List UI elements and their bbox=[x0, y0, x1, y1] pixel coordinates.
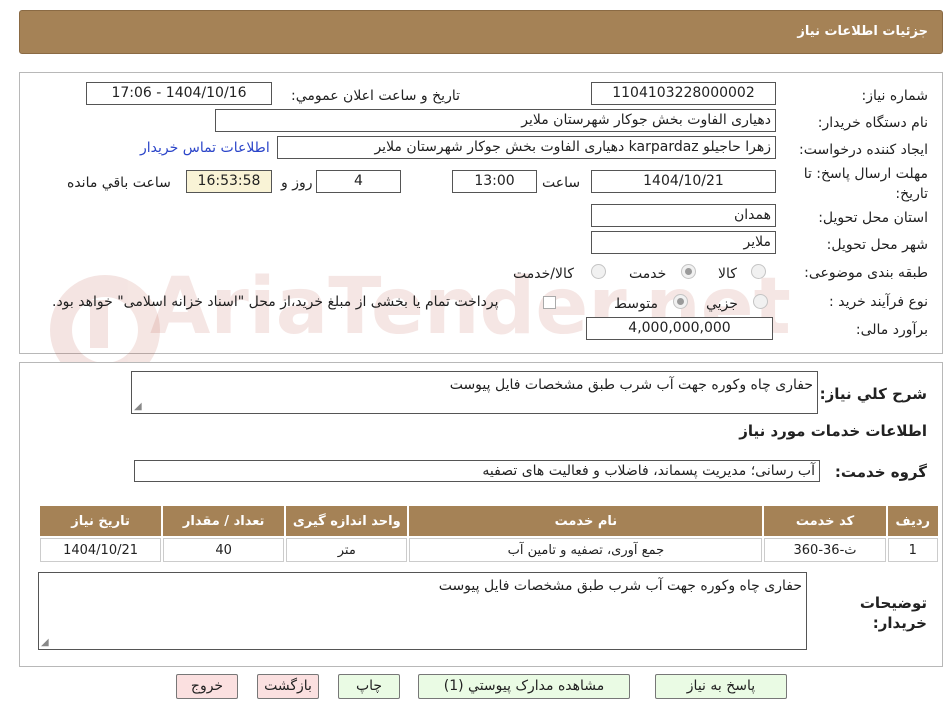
table-header-row: ردیف کد خدمت نام خدمت واحد اندازه گیری ت… bbox=[40, 506, 938, 536]
deadline-label: مهلت ارسال پاسخ: تا تاریخ: bbox=[803, 166, 928, 202]
page-title: جزئیات اطلاعات نیاز bbox=[797, 24, 928, 39]
summary-label: شرح کلي نیاز: bbox=[819, 385, 927, 403]
buyer-notes-text: حفاری چاه وکوره جهت آب شرب طبق مشخصات فا… bbox=[438, 578, 802, 594]
category-label: طبقه بندی موضوعی: bbox=[804, 265, 928, 281]
contact-buyer-link[interactable]: اطلاعات تماس خریدار bbox=[140, 140, 270, 156]
buyer-org-field: دهیاری الفاوت بخش جوکار شهرستان ملایر bbox=[215, 109, 776, 132]
cell-quantity: 40 bbox=[163, 538, 285, 562]
category-goods-service-label: کالا/خدمت bbox=[513, 266, 574, 282]
service-group-label: گروه خدمت: bbox=[834, 463, 927, 481]
need-number-label: شماره نیاز: bbox=[861, 88, 929, 104]
category-goods-label: کالا bbox=[718, 266, 737, 282]
treasury-payment-note: پرداخت تمام یا بخشی از مبلغ خرید،از محل … bbox=[52, 294, 499, 310]
services-table: ردیف کد خدمت نام خدمت واحد اندازه گیری ت… bbox=[38, 504, 940, 564]
category-service-radio[interactable] bbox=[681, 264, 696, 279]
category-service-label: خدمت bbox=[629, 266, 667, 282]
col-quantity: تعداد / مقدار bbox=[163, 506, 285, 536]
process-minor-radio[interactable] bbox=[753, 294, 768, 309]
announce-field: 1404/10/16 - 17:06 bbox=[86, 82, 272, 105]
view-attachments-button[interactable]: مشاهده مدارک پیوستي (1) bbox=[418, 674, 630, 699]
summary-textarea[interactable]: حفاری چاه وکوره جهت آب شرب طبق مشخصات فا… bbox=[131, 371, 818, 414]
days-field: 4 bbox=[316, 170, 401, 193]
cell-unit: متر bbox=[286, 538, 408, 562]
col-row-number: ردیف bbox=[887, 506, 938, 536]
resize-grip-icon[interactable]: ◢ bbox=[134, 402, 142, 412]
print-button[interactable]: چاپ bbox=[338, 674, 400, 699]
city-field: ملایر bbox=[591, 231, 776, 254]
services-title: اطلاعات خدمات مورد نیاز bbox=[739, 422, 927, 440]
province-label: استان محل تحویل: bbox=[818, 210, 928, 226]
cell-need-date: 1404/10/21 bbox=[40, 538, 162, 562]
buyer-org-label: نام دستگاه خریدار: bbox=[817, 115, 928, 131]
deadline-time-label: ساعت bbox=[542, 175, 581, 191]
table-row: 1 ث-36-360 جمع آوری، تصفیه و تامین آب مت… bbox=[40, 538, 938, 562]
deadline-time-field: 13:00 bbox=[452, 170, 537, 193]
page-header: جزئیات اطلاعات نیاز bbox=[19, 10, 943, 54]
process-medium-label: متوسط bbox=[614, 296, 658, 312]
province-field: همدان bbox=[591, 204, 776, 227]
exit-button[interactable]: خروج bbox=[176, 674, 238, 699]
back-button[interactable]: بازگشت bbox=[257, 674, 319, 699]
col-service-name: نام خدمت bbox=[409, 506, 763, 536]
cell-service-code: ث-36-360 bbox=[764, 538, 886, 562]
col-service-code: کد خدمت bbox=[764, 506, 886, 536]
reply-button[interactable]: پاسخ به نیاز bbox=[655, 674, 787, 699]
treasury-payment-checkbox[interactable] bbox=[543, 296, 556, 309]
process-label: نوع فرآیند خرید : bbox=[829, 294, 928, 310]
days-label: روز و bbox=[281, 175, 313, 191]
buyer-notes-label: توضیحات خریدار: bbox=[859, 594, 927, 632]
city-label: شهر محل تحویل: bbox=[826, 237, 928, 253]
remaining-time-label: ساعت باقي مانده bbox=[67, 175, 171, 191]
col-need-date: تاریخ نیاز bbox=[40, 506, 162, 536]
service-group-field: آب رسانی؛ مدیریت پسماند، فاضلاب و فعالیت… bbox=[134, 460, 820, 482]
budget-field: 4,000,000,000 bbox=[586, 317, 773, 340]
services-table-wrap: ردیف کد خدمت نام خدمت واحد اندازه گیری ت… bbox=[38, 504, 944, 564]
process-minor-label: جزیي bbox=[706, 296, 738, 312]
remaining-time-field: 16:53:58 bbox=[186, 170, 272, 193]
need-number-field: 1104103228000002 bbox=[591, 82, 776, 105]
budget-label: برآورد مالی: bbox=[855, 322, 928, 338]
category-goods-radio[interactable] bbox=[751, 264, 766, 279]
cell-service-name: جمع آوری، تصفیه و تامین آب bbox=[409, 538, 763, 562]
process-medium-radio[interactable] bbox=[673, 294, 688, 309]
cell-row-number: 1 bbox=[887, 538, 938, 562]
requester-label: ایجاد کننده درخواست: bbox=[799, 142, 928, 158]
buyer-notes-textarea[interactable]: حفاری چاه وکوره جهت آب شرب طبق مشخصات فا… bbox=[38, 572, 807, 650]
resize-grip-icon[interactable]: ◢ bbox=[41, 638, 49, 648]
summary-text: حفاری چاه وکوره جهت آب شرب طبق مشخصات فا… bbox=[449, 377, 813, 393]
col-unit: واحد اندازه گیری bbox=[286, 506, 408, 536]
announce-label: تاریخ و ساعت اعلان عمومي: bbox=[291, 88, 460, 104]
deadline-date-field: 1404/10/21 bbox=[591, 170, 776, 193]
category-goods-service-radio[interactable] bbox=[591, 264, 606, 279]
requester-field: زهرا حاجیلو karpardaz دهیاری الفاوت بخش … bbox=[277, 136, 776, 159]
